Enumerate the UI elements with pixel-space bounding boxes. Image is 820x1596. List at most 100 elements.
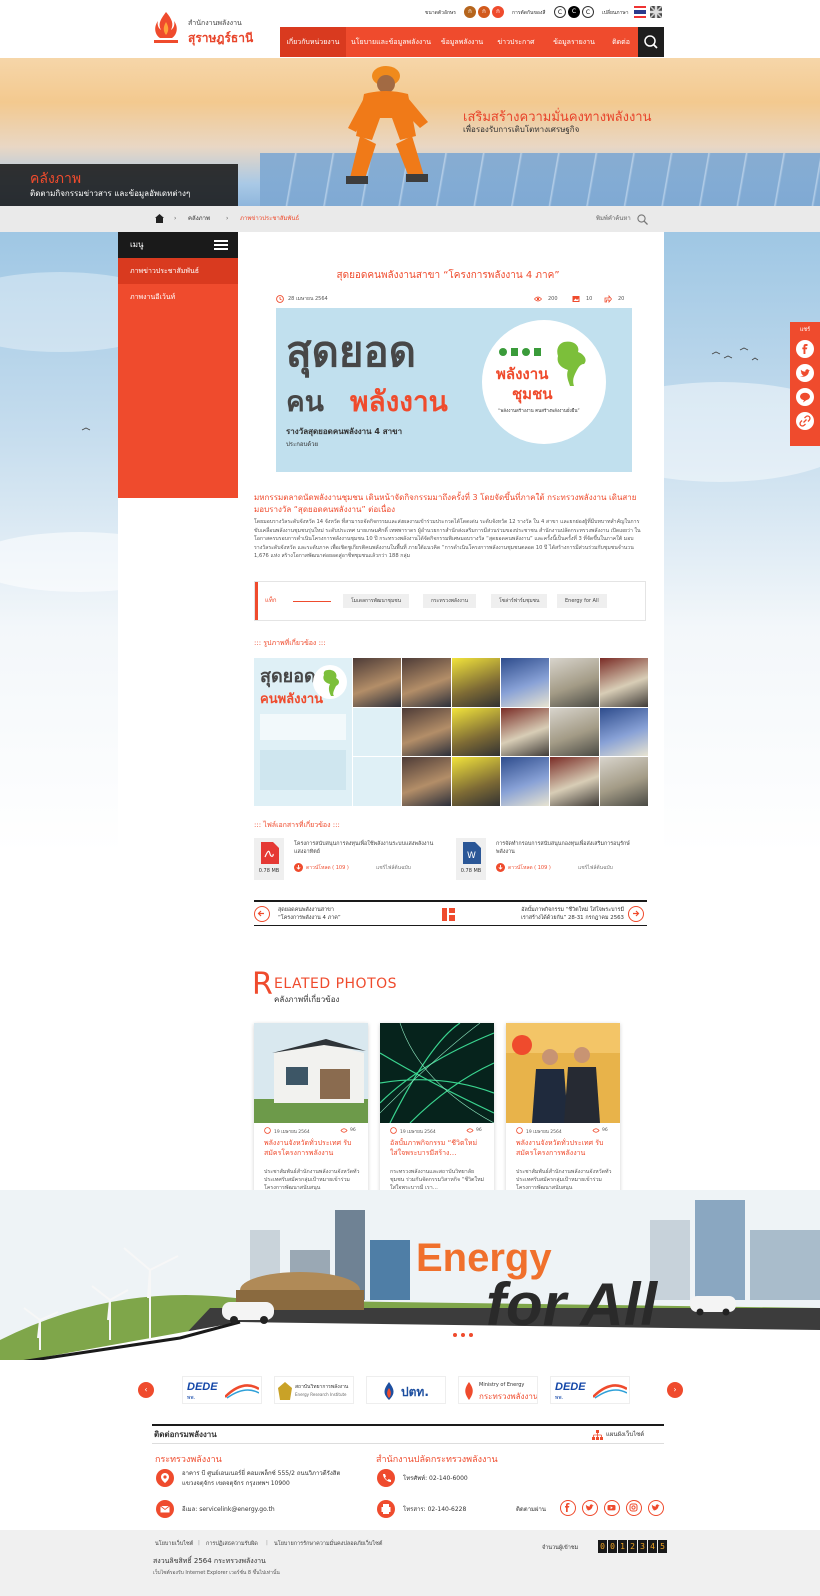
share-link-icon[interactable]: [796, 412, 814, 430]
photo-thumb[interactable]: [353, 707, 402, 757]
tag-item[interactable]: กระทรวงพลังงาน: [423, 594, 477, 608]
nav-item-about[interactable]: เกี่ยวกับหน่วยงาน: [280, 27, 346, 57]
photo-thumb[interactable]: [402, 707, 451, 757]
partner-logo[interactable]: DEDE พพ.: [550, 1376, 630, 1404]
ptt-flame-icon: [384, 1382, 394, 1400]
search-icon[interactable]: [637, 214, 648, 225]
photo-thumb[interactable]: [500, 658, 550, 707]
photo-thumb[interactable]: [500, 707, 550, 757]
file-size: 0.78 MB: [258, 868, 280, 874]
nav-item-policy[interactable]: นโยบายและข้อมูลพลังงาน: [350, 27, 432, 57]
file-name[interactable]: การจัดทำกรอบการสนับสนุนกองทุนเพื่อส่งเสร…: [496, 840, 636, 856]
partner-name: ปตท.: [401, 1385, 429, 1399]
photo-thumb[interactable]: [550, 757, 599, 806]
prev-button[interactable]: [254, 906, 270, 922]
photo-thumb[interactable]: [451, 658, 500, 707]
photo-thumb[interactable]: [550, 707, 599, 757]
browser-note: เว็บไซต์รองรับ Internet Explorer เวอร์ชั…: [153, 1570, 280, 1576]
next-button[interactable]: [628, 906, 644, 922]
related-card-title[interactable]: พลังงานจังหวัดทั่วประเทศ รับสมัครโครงการ…: [516, 1138, 614, 1168]
download-link[interactable]: ดาวน์โหลด ( 109 ): [306, 864, 349, 872]
download-icon[interactable]: [496, 863, 505, 872]
preview-link[interactable]: แชร์ไฟล์ต้นฉบับ: [376, 864, 411, 872]
hamburger-menu-icon[interactable]: [214, 240, 228, 250]
file-name[interactable]: โครงการสนับสนุนการลงทุนเพื่อใช้พลังงานระ…: [294, 840, 434, 856]
font-size-label: ขนาดตัวอักษร: [425, 10, 456, 16]
twitter-icon[interactable]: [582, 1500, 598, 1516]
prev-title[interactable]: สุดยอดคนพลังงานสาขา “โครงการพลังงาน 4 ภา…: [278, 906, 341, 922]
share-icon[interactable]: [604, 295, 612, 303]
tag-item[interactable]: โซล่าร์ฟาร์มชุมชน: [491, 594, 548, 608]
photo-thumb[interactable]: สุดยอด คนพลังงาน: [254, 658, 352, 806]
menu-title: เมนู: [130, 240, 144, 249]
share-twitter-icon[interactable]: [796, 364, 814, 382]
grid-view-icon[interactable]: [442, 908, 455, 921]
site-logo[interactable]: สำนักงานพลังงาน สุราษฎร์ธานี: [150, 10, 270, 46]
youtube-icon[interactable]: [604, 1500, 620, 1516]
download-link[interactable]: ดาวน์โหลด ( 109 ): [508, 864, 551, 872]
photo-thumb[interactable]: [500, 757, 550, 806]
share-facebook-icon[interactable]: [796, 340, 814, 358]
partner-name: DEDE: [187, 1381, 218, 1393]
org1-email[interactable]: อีเมล: servicelink@energy.go.th: [182, 1505, 275, 1514]
download-icon[interactable]: [294, 863, 303, 872]
preview-link[interactable]: แชร์ไฟล์ต้นฉบับ: [578, 864, 613, 872]
photo-thumb[interactable]: [451, 707, 500, 757]
next-title-line2: เราสร้างได้ด้วยกัน” 28-31 กรกฎาคม 2563: [520, 915, 624, 921]
related-card-title[interactable]: พลังงานจังหวัดทั่วประเทศ รับสมัครโครงการ…: [264, 1138, 362, 1168]
tag-item[interactable]: โมเดลการพัฒนาชุมชน: [343, 594, 410, 608]
font-large-button[interactable]: ก: [492, 6, 504, 18]
next-title[interactable]: อัลบั้มภาพกิจกรรม “ชีวิตใหม่ ใส่ใจพระบาร…: [480, 906, 624, 922]
contrast-normal-button[interactable]: C: [554, 6, 566, 18]
sitemap-link[interactable]: แผนผังเว็บไซต์: [606, 1426, 644, 1444]
footer-link-policy[interactable]: นโยบายเว็บไซต์: [155, 1540, 193, 1548]
search-button[interactable]: [638, 27, 664, 57]
share-line-icon[interactable]: [796, 388, 814, 406]
photo-thumb[interactable]: [353, 658, 402, 707]
nav-item-news[interactable]: ข่าวประกาศ: [490, 27, 542, 57]
partner-logo[interactable]: ปตท. PTT: [366, 1376, 446, 1404]
article-image-count: 10: [586, 296, 593, 302]
photo-thumb[interactable]: [402, 757, 451, 806]
photo-thumb[interactable]: [599, 757, 648, 806]
sidebar-item-press-photos[interactable]: ภาพข่าวประชาสัมพันธ์: [118, 258, 238, 284]
font-small-button[interactable]: ก: [464, 6, 476, 18]
contrast-dark-button[interactable]: C: [568, 6, 580, 18]
file-item[interactable]: 0.78 MB โครงการสนับสนุนการลงทุนเพื่อใช้พ…: [254, 838, 434, 880]
photo-thumb[interactable]: [550, 658, 599, 707]
carousel-prev-button[interactable]: ‹: [138, 1382, 154, 1398]
partner-logo[interactable]: DEDE พพ.: [182, 1376, 262, 1404]
photo-thumb[interactable]: [451, 757, 500, 806]
related-card-title[interactable]: อัลบั้มภาพกิจกรรม “ชีวิตใหม่ ใส่ใจพระบาร…: [390, 1138, 488, 1168]
breadcrumb-item-gallery[interactable]: คลังภาพ: [188, 206, 210, 232]
instagram-icon[interactable]: [626, 1500, 642, 1516]
partner-logo[interactable]: Ministry of Energy กระทรวงพลังงาน: [458, 1376, 538, 1404]
file-item[interactable]: W 0.78 MB การจัดทำกรอบการสนับสนุนกองทุนเ…: [456, 838, 636, 880]
partner-logo[interactable]: สถาบันวิทยาการพลังงาน Energy Research In…: [274, 1376, 354, 1404]
uk-flag-icon[interactable]: [650, 6, 662, 18]
footer-link-security[interactable]: นโยบายการรักษาความมั่นคงปลอดภัยเว็บไซต์: [274, 1540, 382, 1548]
photo-thumb[interactable]: [353, 757, 402, 806]
twitter-bird-icon[interactable]: [648, 1500, 664, 1516]
home-icon[interactable]: [155, 214, 164, 223]
nav-item-reports[interactable]: ข้อมูลรายงาน: [546, 27, 602, 57]
worker-image: [346, 66, 428, 184]
contrast-yellow-button[interactable]: C: [582, 6, 594, 18]
feature-image[interactable]: สุดยอด คน พลังงาน รางวัลสุดยอดคนพลังงาน …: [276, 308, 632, 472]
sidebar-item-event-photos[interactable]: ภาพงานอีเว้นท์: [118, 284, 238, 310]
carousel-next-button[interactable]: ›: [667, 1382, 683, 1398]
photo-thumb[interactable]: [599, 707, 648, 757]
thumb-headline-1: สุดยอด: [260, 666, 316, 687]
nav-item-energy-data[interactable]: ข้อมูลพลังงาน: [436, 27, 488, 57]
facebook-icon[interactable]: [560, 1500, 576, 1516]
image-count-icon: [572, 296, 580, 302]
font-medium-button[interactable]: ก: [478, 6, 490, 18]
sitemap-icon[interactable]: [592, 1430, 603, 1440]
footer-link-disclaimer[interactable]: การปฏิเสธความรับผิด: [206, 1540, 258, 1548]
tag-item[interactable]: Energy for All: [557, 594, 607, 608]
thai-flag-icon[interactable]: [634, 6, 646, 18]
photo-thumb[interactable]: [402, 658, 451, 707]
nav-item-contact[interactable]: ติดต่อ: [604, 27, 638, 57]
photo-thumb[interactable]: [599, 658, 648, 707]
crumb-search-input[interactable]: พิมพ์คำค้นหา: [596, 206, 631, 232]
